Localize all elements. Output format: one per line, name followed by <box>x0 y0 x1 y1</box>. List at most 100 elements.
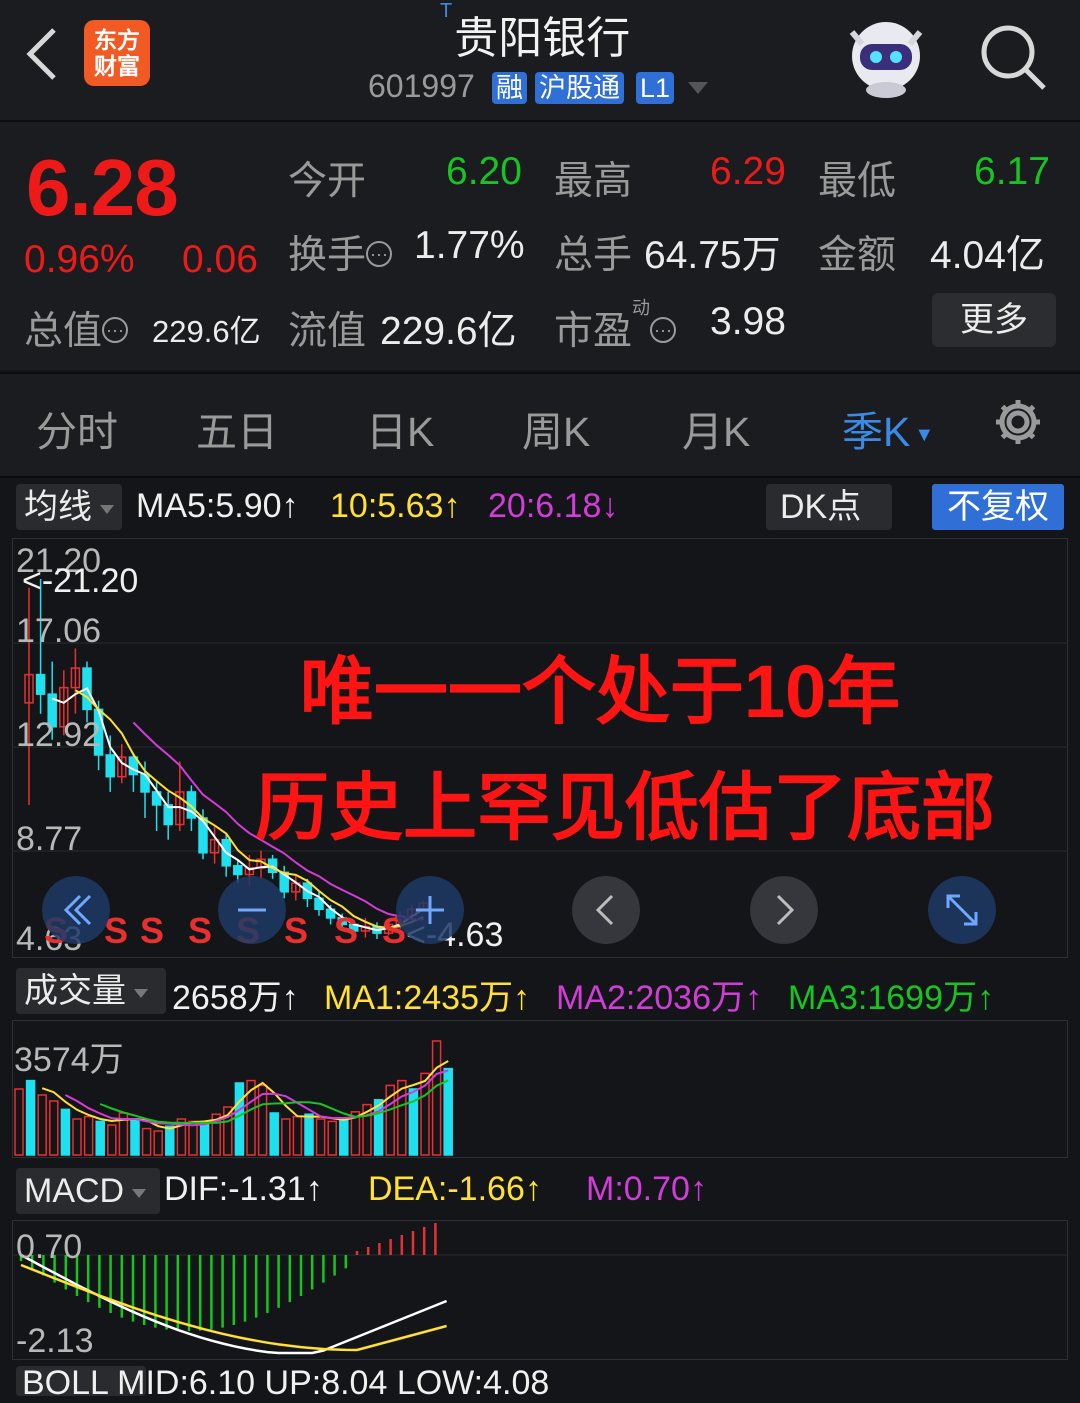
boll-readout: BOLL MID:6.10 UP:8.04 LOW:4.08 <box>22 1364 550 1402</box>
tab-quarterly-k[interactable]: 季K ▼ <box>842 398 934 458</box>
open-label: 今开 <box>288 160 367 203</box>
volume-bar <box>72 1118 82 1156</box>
next-button[interactable] <box>750 876 818 944</box>
high-value: 6.29 <box>710 150 786 193</box>
tab-weekly-k[interactable]: 周K <box>522 398 590 458</box>
volume-bar <box>95 1120 105 1156</box>
ma20-readout: 20:6.18↓ <box>488 487 619 525</box>
more-button[interactable]: 更多 <box>932 293 1056 347</box>
tab-intraday[interactable]: 分时 <box>36 398 118 458</box>
volume-bar <box>60 1108 71 1156</box>
macd-selector[interactable]: MACD <box>16 1168 160 1214</box>
info-icon[interactable]: ⋯ <box>102 316 129 343</box>
volume-bar <box>339 1118 349 1156</box>
turnover-label: 换手 ⋯ <box>288 224 393 280</box>
info-icon[interactable]: ⋯ <box>650 316 677 343</box>
max-marker: <-21.20 <box>22 562 139 600</box>
volume-bar <box>292 1115 303 1156</box>
volume-axis-label: 3574万 <box>14 1041 124 1079</box>
volume-bar <box>327 1120 337 1156</box>
volume-bar <box>25 1079 36 1156</box>
volume-bar <box>315 1118 326 1156</box>
robot-assistant-icon[interactable] <box>842 14 930 100</box>
market-cap-label: 总值 ⋯ <box>24 300 129 356</box>
macd-axis-label: 0.70 <box>16 1228 83 1266</box>
turnover-value: 1.77% <box>414 224 525 267</box>
volume-bar <box>304 1113 314 1156</box>
open-value: 6.20 <box>446 150 522 193</box>
volume-bar <box>269 1112 279 1156</box>
candle-body <box>233 865 243 876</box>
volume-bar <box>83 1115 94 1156</box>
volume-bar <box>234 1082 245 1156</box>
ma5-readout: MA5:5.90↑ <box>136 487 299 525</box>
tab-daily-k[interactable]: 日K <box>366 398 434 458</box>
volume-bar <box>141 1127 152 1156</box>
no-adjust-button[interactable]: 不复权 <box>932 484 1064 530</box>
volume-bar <box>199 1123 210 1156</box>
pe-label: 市盈动⋯ <box>554 298 677 356</box>
volume-readout: 2658万↑ <box>172 979 299 1017</box>
sell-signal: S <box>334 910 359 951</box>
ma10-readout: 10:5.63↑ <box>330 487 461 525</box>
m-readout: M:0.70↑ <box>586 1170 707 1208</box>
zoom-in-button[interactable] <box>396 876 464 944</box>
volume-bar <box>107 1124 117 1156</box>
volume-bar <box>281 1118 291 1156</box>
volume-bar <box>188 1120 198 1156</box>
volume-bar <box>397 1079 407 1156</box>
amount-label: 金额 <box>818 234 897 277</box>
volume-bar <box>14 1088 24 1156</box>
pe-value: 3.98 <box>710 300 786 343</box>
vol-ma2-readout: MA2:2036万↑ <box>556 979 762 1017</box>
change-value: 0.06 <box>182 238 258 281</box>
volume-bar <box>37 1094 47 1156</box>
stock-title: T贵阳银行 <box>440 0 631 63</box>
volume-canvas <box>14 1040 453 1156</box>
low-value: 6.17 <box>974 150 1050 193</box>
sell-signal: S <box>284 910 309 951</box>
change-pct: 0.96% <box>24 238 135 281</box>
volume-bar <box>165 1125 175 1156</box>
vol-ma3-readout: MA3:1699万↑ <box>788 979 994 1017</box>
volume-chart[interactable] <box>12 1020 1068 1158</box>
prev-button[interactable] <box>572 876 640 944</box>
rewind-button[interactable] <box>42 876 110 944</box>
dif-readout: DIF:-1.31↑ <box>164 1170 323 1208</box>
search-icon[interactable] <box>978 22 1048 92</box>
tab-monthly-k[interactable]: 月K <box>682 398 750 458</box>
volume-bar <box>431 1040 442 1156</box>
volume-bar <box>130 1118 140 1156</box>
zoom-out-button[interactable] <box>218 876 286 944</box>
level-tag: L1 <box>636 72 675 104</box>
volume-bar <box>49 1100 59 1156</box>
annotation-line-1: 唯一一个处于10年 <box>299 650 901 733</box>
last-price: 6.28 <box>26 143 179 232</box>
app-logo: 东方 财富 <box>84 20 150 86</box>
float-cap-label: 流值 <box>288 310 367 353</box>
volume-bar <box>153 1130 163 1156</box>
ma-selector[interactable]: 均线 <box>16 484 122 530</box>
macd-axis-label: -2.13 <box>16 1322 94 1360</box>
volume-value: 64.75万 <box>644 234 781 277</box>
connect-tag: 沪股通 <box>535 72 624 104</box>
chevron-left-icon[interactable] <box>22 26 62 82</box>
chevron-down-icon[interactable] <box>688 82 708 94</box>
volume-selector[interactable]: 成交量 <box>16 968 166 1014</box>
tab-five-day[interactable]: 五日 <box>196 398 278 458</box>
low-label: 最低 <box>818 160 897 203</box>
gear-icon[interactable] <box>992 396 1044 448</box>
market-cap-value: 229.6亿 <box>152 314 261 349</box>
sell-signal: S <box>188 910 213 951</box>
amount-value: 4.04亿 <box>930 234 1045 277</box>
dk-point-button[interactable]: DK点 <box>766 484 892 530</box>
info-icon[interactable]: ⋯ <box>366 240 393 267</box>
dea-readout: DEA:-1.66↑ <box>368 1170 542 1208</box>
high-label: 最高 <box>554 160 633 203</box>
margin-tag: 融 <box>492 72 527 104</box>
float-cap-value: 229.6亿 <box>380 310 517 353</box>
volume-label: 总手 <box>554 234 633 277</box>
fullscreen-button[interactable] <box>928 876 996 944</box>
macd-chart[interactable] <box>12 1220 1068 1360</box>
sell-signal: S <box>140 910 165 951</box>
